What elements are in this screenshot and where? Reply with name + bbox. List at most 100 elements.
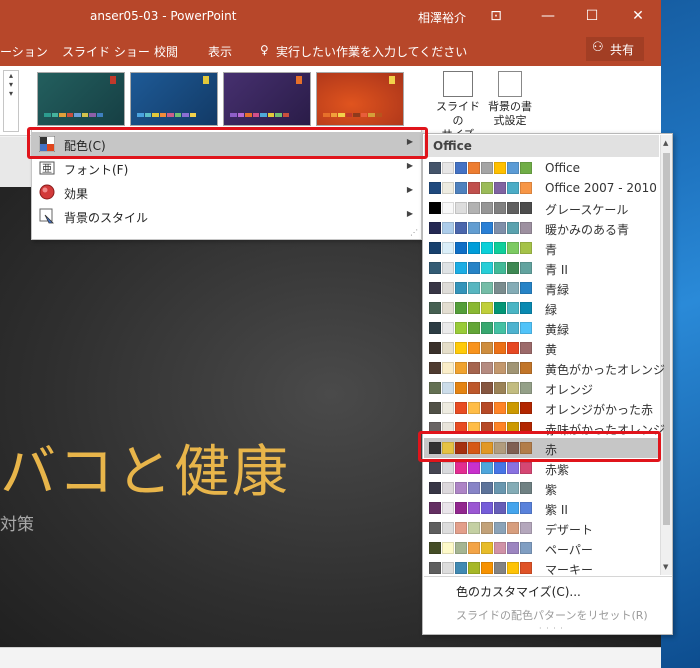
color-swatch: [481, 462, 493, 474]
color-swatch: [429, 402, 441, 414]
color-scheme-option[interactable]: ペーパー: [424, 538, 659, 558]
color-swatch: [520, 562, 532, 574]
color-swatch: [429, 522, 441, 534]
variant-thumbnail-1[interactable]: [37, 72, 125, 126]
color-swatch: [455, 522, 467, 534]
color-swatch: [442, 502, 454, 514]
color-swatch: [455, 282, 467, 294]
color-scheme-option[interactable]: 青: [424, 238, 659, 258]
tab-animations[interactable]: ーション: [0, 43, 48, 60]
slide-title[interactable]: バコと健康: [0, 427, 290, 508]
color-swatch: [507, 462, 519, 474]
color-scheme-option[interactable]: 青緑: [424, 278, 659, 298]
color-swatch: [481, 162, 493, 174]
scheme-swatches: [429, 182, 533, 194]
color-swatch: [520, 302, 532, 314]
scheme-swatches: [429, 482, 533, 494]
color-swatch: [442, 462, 454, 474]
scheme-swatches: [429, 462, 533, 474]
color-scheme-option[interactable]: グレースケール: [424, 198, 659, 218]
color-scheme-option[interactable]: 緑: [424, 298, 659, 318]
variant-swatch: [245, 113, 252, 117]
slide-size-button[interactable]: スライドの サイズ: [432, 71, 484, 142]
color-swatch: [481, 322, 493, 334]
color-scheme-option[interactable]: Office 2007 - 2010: [424, 178, 659, 198]
menu-item-label: フォント(F): [64, 163, 129, 177]
menu-item-effects[interactable]: 効果 ▶: [32, 180, 421, 204]
resize-grip-icon[interactable]: ⋰: [410, 228, 418, 237]
variant-thumbnail-4[interactable]: [316, 72, 404, 126]
share-button[interactable]: ⚇ 共有: [586, 37, 644, 61]
variant-swatch: [282, 113, 289, 117]
color-swatch: [468, 162, 480, 174]
tell-me-search[interactable]: 実行したい作業を入力してください: [276, 43, 467, 60]
variant-swatch: [252, 113, 259, 117]
color-scheme-option[interactable]: マーキー: [424, 558, 659, 578]
color-swatch: [507, 302, 519, 314]
color-swatch: [429, 182, 441, 194]
color-swatch: [429, 322, 441, 334]
scheme-swatches: [429, 502, 533, 514]
color-swatch: [468, 322, 480, 334]
resize-grip-icon[interactable]: · · · ·: [539, 624, 564, 633]
scheme-swatches: [429, 202, 533, 214]
slide-subtitle[interactable]: 対策: [0, 510, 34, 535]
scheme-swatches: [429, 282, 533, 294]
color-swatch: [507, 182, 519, 194]
scheme-name: 黄色がかったオレンジ: [545, 363, 666, 377]
color-scheme-option[interactable]: デザート: [424, 518, 659, 538]
close-icon[interactable]: ✕: [628, 6, 648, 26]
variant-thumbnail-3[interactable]: [223, 72, 311, 126]
format-background-button[interactable]: 背景の書 式設定: [484, 71, 536, 128]
color-swatch: [455, 382, 467, 394]
scheme-swatches: [429, 342, 533, 354]
color-swatch: [494, 182, 506, 194]
variant-swatch: [89, 113, 96, 117]
color-swatch: [429, 502, 441, 514]
color-scheme-option[interactable]: オレンジ: [424, 378, 659, 398]
color-swatch: [520, 462, 532, 474]
color-scheme-option[interactable]: Office: [424, 158, 659, 178]
variant-swatch: [338, 113, 345, 117]
customize-colors-item[interactable]: 色のカスタマイズ(C)...: [456, 583, 581, 600]
gallery-scrollbar[interactable]: ▲ ▼: [660, 135, 672, 575]
color-scheme-option[interactable]: 暖かみのある青: [424, 218, 659, 238]
minimize-icon[interactable]: —: [538, 6, 558, 26]
scroll-down-icon[interactable]: ▼: [663, 563, 668, 571]
color-scheme-option[interactable]: 黄: [424, 338, 659, 358]
user-name[interactable]: 相澤裕介: [418, 9, 466, 26]
color-swatch: [520, 382, 532, 394]
tab-slideshow[interactable]: スライド ショー: [62, 43, 150, 60]
scheme-swatches: [429, 522, 533, 534]
variant-swatch: [174, 113, 181, 117]
color-scheme-option[interactable]: 青 II: [424, 258, 659, 278]
ribbon-tabs: ーション スライド ショー 校閲 表示 ♀ 実行したい作業を入力してください ⚇…: [0, 33, 661, 66]
variants-scroll-control[interactable]: ▴ ▾ ▾: [3, 70, 19, 132]
tab-review[interactable]: 校閲: [154, 43, 178, 60]
color-swatch: [520, 202, 532, 214]
color-swatch: [468, 462, 480, 474]
menu-item-label: 背景のスタイル: [64, 211, 149, 225]
color-scheme-option[interactable]: 紫 II: [424, 498, 659, 518]
scheme-swatches: [429, 542, 533, 554]
color-swatch: [455, 542, 467, 554]
menu-item-fonts[interactable]: 亜 フォント(F) ▶: [32, 156, 421, 180]
maximize-icon[interactable]: ☐: [582, 6, 602, 26]
scheme-name: 赤紫: [545, 463, 570, 477]
color-scheme-option[interactable]: オレンジがかった赤: [424, 398, 659, 418]
scheme-name: 青: [545, 243, 558, 257]
ribbon-display-options-icon[interactable]: ⊡: [486, 6, 506, 26]
color-swatch: [455, 502, 467, 514]
color-scheme-option[interactable]: 黄色がかったオレンジ: [424, 358, 665, 378]
scrollbar-thumb[interactable]: [663, 153, 670, 525]
variant-thumbnail-2[interactable]: [130, 72, 218, 126]
color-swatch: [520, 242, 532, 254]
color-scheme-option[interactable]: 紫: [424, 478, 659, 498]
tab-view[interactable]: 表示: [208, 43, 232, 60]
scroll-up-icon[interactable]: ▲: [663, 139, 668, 147]
menu-item-background-styles[interactable]: 背景のスタイル ▶: [32, 204, 421, 228]
color-swatch: [520, 282, 532, 294]
variant-swatch: [189, 113, 196, 117]
color-scheme-option[interactable]: 黄緑: [424, 318, 659, 338]
scheme-name: ペーパー: [545, 543, 593, 557]
